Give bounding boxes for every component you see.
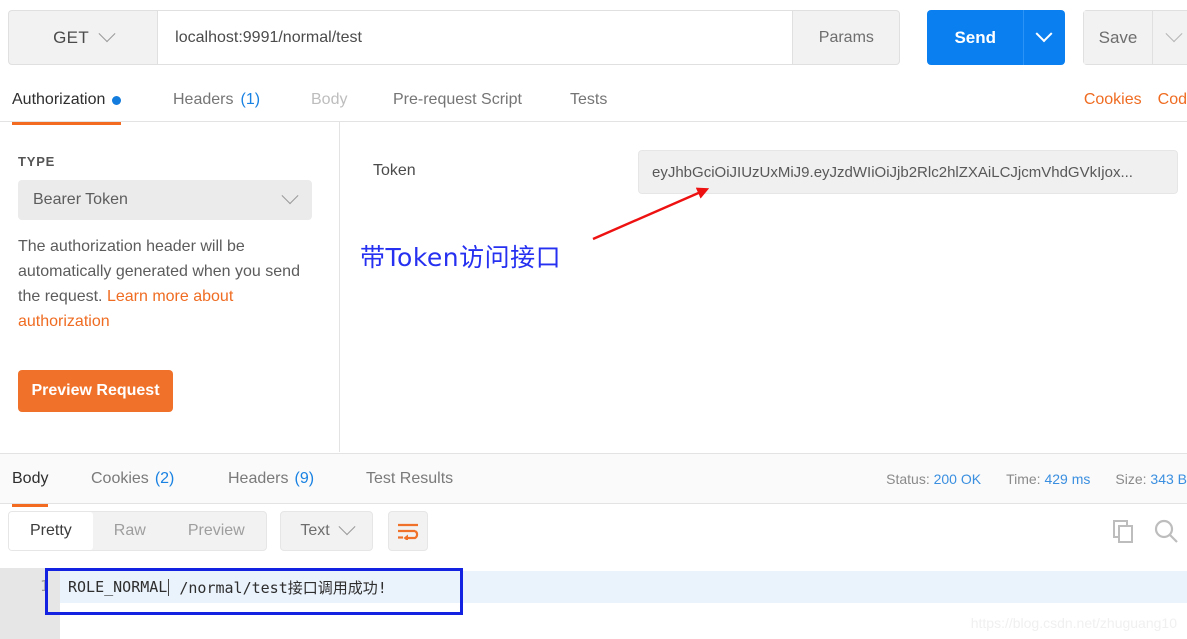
tab-headers-count: (1) [240, 91, 261, 108]
send-options-button[interactable] [1022, 10, 1065, 65]
params-button[interactable]: Params [793, 10, 901, 65]
top-right-links: Cookies Cod [1084, 78, 1187, 122]
size-value: 343 B [1150, 471, 1187, 487]
response-format-value: Text [300, 522, 330, 539]
authorization-panel: TYPE Bearer Token The authorization head… [0, 122, 340, 452]
chevron-down-icon [98, 24, 116, 42]
response-body-line[interactable]: ROLE_NORMAL /normal/test接口调用成功! [60, 571, 1187, 603]
size-meta: Size: 343 B [1115, 471, 1187, 487]
http-method-select[interactable]: GET [8, 10, 158, 65]
response-tab-body-label: Body [12, 470, 49, 487]
url-input[interactable]: localhost:9991/normal/test [157, 10, 794, 65]
save-options-button[interactable] [1152, 10, 1187, 65]
time-meta: Time: 429 ms [1006, 471, 1090, 487]
http-method-label: GET [53, 27, 90, 47]
token-section: Token eyJhbGciOiJIUzUxMiJ9.eyJzdWIiOiJjb… [341, 122, 1187, 452]
response-body-text-after-caret: /normal/test接口调用成功! [170, 578, 387, 597]
word-wrap-icon [398, 523, 419, 540]
request-tabs: Authorization Headers (1) Body Pre-reque… [0, 78, 1187, 125]
auth-type-label: TYPE [18, 154, 56, 169]
search-icon [1154, 519, 1178, 543]
send-button-group: Send [927, 10, 1065, 65]
response-tabs: Body Cookies (2) Headers (9) Test Result… [0, 453, 1187, 507]
status-meta: Status: 200 OK [886, 471, 981, 487]
response-body-toolbar: Pretty Raw Preview Text [0, 504, 1187, 568]
time-label: Time: [1006, 471, 1041, 487]
tab-headers-label: Headers [173, 91, 234, 108]
save-button[interactable]: Save [1082, 10, 1153, 65]
response-tab-cookies-label: Cookies [91, 470, 149, 487]
save-button-group: Save [1082, 10, 1187, 65]
tab-authorization[interactable]: Authorization [12, 78, 122, 125]
request-bar: GET localhost:9991/normal/test Params Se… [8, 10, 1187, 65]
response-meta: Status: 200 OK Time: 429 ms Size: 343 B [886, 454, 1187, 504]
line-number: 1 [39, 577, 49, 595]
tab-tests[interactable]: Tests [570, 78, 607, 122]
cookies-link[interactable]: Cookies [1084, 91, 1142, 109]
tab-body[interactable]: Body [311, 78, 347, 122]
view-pretty-button[interactable]: Pretty [9, 512, 93, 550]
status-value: 200 OK [933, 471, 982, 487]
line-number-gutter: 1 [0, 568, 60, 639]
chevron-down-icon [281, 187, 299, 205]
annotation-token-note: 带Token访问接口 [360, 243, 562, 272]
token-label: Token [373, 162, 416, 179]
chevron-down-icon [1035, 24, 1053, 42]
tab-body-label: Body [311, 91, 348, 108]
auth-description: The authorization header will be automat… [18, 234, 310, 334]
view-raw-button[interactable]: Raw [93, 512, 167, 550]
search-button[interactable] [1153, 518, 1179, 548]
time-value: 429 ms [1044, 471, 1091, 487]
auth-type-value: Bearer Token [33, 191, 128, 208]
response-tab-body[interactable]: Body [12, 454, 49, 507]
chevron-down-icon [338, 518, 356, 536]
token-input[interactable]: eyJhbGciOiJIUzUxMiJ9.eyJzdWIiOiJjb2Rlc2h… [638, 150, 1178, 194]
tab-pre-request-script-label: Pre-request Script [393, 91, 522, 108]
size-label: Size: [1115, 471, 1147, 487]
response-tab-headers-label: Headers [228, 470, 289, 487]
send-button[interactable]: Send [927, 10, 1023, 65]
text-caret [168, 578, 170, 596]
copy-button[interactable] [1111, 519, 1135, 547]
tab-tests-label: Tests [570, 91, 608, 108]
chevron-down-icon [1165, 24, 1183, 42]
url-text: localhost:9991/normal/test [175, 28, 362, 46]
tab-headers[interactable]: Headers (1) [173, 78, 260, 122]
tab-authorization-label: Authorization [12, 91, 106, 108]
status-label: Status: [886, 471, 930, 487]
response-tab-test-results[interactable]: Test Results [366, 454, 453, 504]
response-body-text-before-caret: ROLE_NORMAL [68, 578, 168, 596]
response-view-switch: Pretty Raw Preview [8, 511, 267, 551]
tab-pre-request-script[interactable]: Pre-request Script [393, 78, 522, 122]
response-tab-headers-count: (9) [294, 470, 315, 487]
auth-type-select[interactable]: Bearer Token [18, 180, 312, 220]
response-tab-test-results-label: Test Results [366, 470, 454, 487]
view-preview-button[interactable]: Preview [167, 512, 266, 550]
preview-request-button[interactable]: Preview Request [18, 370, 173, 412]
response-tab-cookies[interactable]: Cookies (2) [91, 454, 174, 504]
auth-active-dot-icon [112, 95, 122, 105]
watermark: https://blog.csdn.net/zhuguang10 [970, 615, 1177, 631]
response-format-select[interactable]: Text [280, 511, 373, 551]
response-tool-icons [1111, 518, 1179, 548]
copy-icon [1113, 520, 1133, 543]
code-link[interactable]: Cod [1158, 91, 1187, 109]
response-tab-headers[interactable]: Headers (9) [228, 454, 314, 504]
word-wrap-button[interactable] [388, 511, 428, 551]
response-tab-cookies-count: (2) [154, 470, 175, 487]
